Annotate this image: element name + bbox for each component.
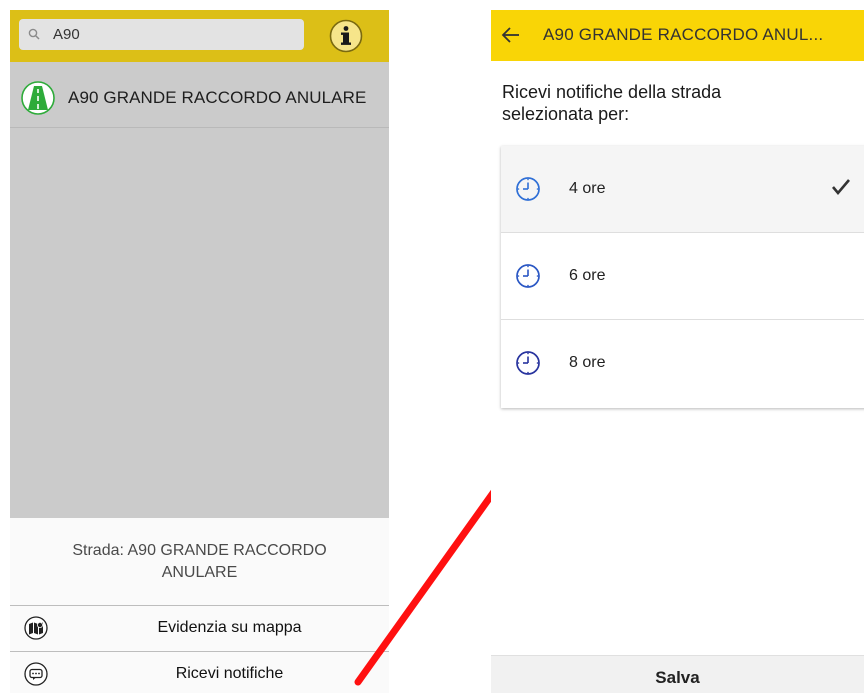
sheet-title: Strada: A90 GRANDE RACCORDO ANULARE <box>10 540 389 584</box>
prompt-line2: selezionata per: <box>502 104 630 124</box>
result-label: A90 GRANDE RACCORDO ANULARE <box>68 88 367 107</box>
prompt-text: Ricevi notifiche della strada selezionat… <box>502 81 721 125</box>
back-arrow-icon[interactable] <box>501 26 521 49</box>
info-icon <box>329 19 363 53</box>
option-6-hours[interactable]: 6 ore <box>501 233 864 319</box>
search-input[interactable]: A90 <box>19 19 304 50</box>
save-label: Salva <box>655 668 700 687</box>
option-4-hours[interactable]: 4 ore <box>501 146 864 232</box>
clock-icon <box>515 176 541 207</box>
checkmark-icon <box>831 178 851 201</box>
search-result-item[interactable]: A90 GRANDE RACCORDO ANULARE <box>10 68 389 128</box>
search-icon <box>28 27 40 45</box>
map-icon <box>24 616 48 645</box>
option-label: 8 ore <box>569 354 606 371</box>
option-label: 6 ore <box>569 267 606 284</box>
save-button[interactable]: Salva <box>491 655 864 693</box>
prompt-line1: Ricevi notifiche della strada <box>502 82 722 102</box>
road-icon <box>20 80 56 121</box>
right-header: A90 GRANDE RACCORDO ANUL... <box>491 10 864 61</box>
duration-options: 4 ore 6 ore 8 ore <box>501 146 864 408</box>
info-button[interactable] <box>329 19 363 53</box>
bottom-sheet: Strada: A90 GRANDE RACCORDO ANULARE Evid… <box>10 518 389 693</box>
clock-icon <box>515 350 541 381</box>
search-value: A90 <box>53 26 80 43</box>
option-8-hours[interactable]: 8 ore <box>501 320 864 406</box>
receive-notifications-button[interactable]: Ricevi notifiche <box>10 652 389 693</box>
highlight-on-map-button[interactable]: Evidenzia su mappa <box>10 606 389 651</box>
left-header: A90 <box>10 10 389 62</box>
page-title: A90 GRANDE RACCORDO ANUL... <box>543 25 824 44</box>
clock-icon <box>515 263 541 294</box>
left-screen: A90 A90 GRANDE RACCORDO ANULARE Strada: … <box>10 10 389 693</box>
chat-icon <box>24 662 48 691</box>
option-label: 4 ore <box>569 180 606 197</box>
sheet-title-line1: Strada: A90 GRANDE RACCORDO <box>72 542 327 559</box>
sheet-title-line2: ANULARE <box>161 564 238 581</box>
right-screen: A90 GRANDE RACCORDO ANUL... Ricevi notif… <box>491 10 864 693</box>
